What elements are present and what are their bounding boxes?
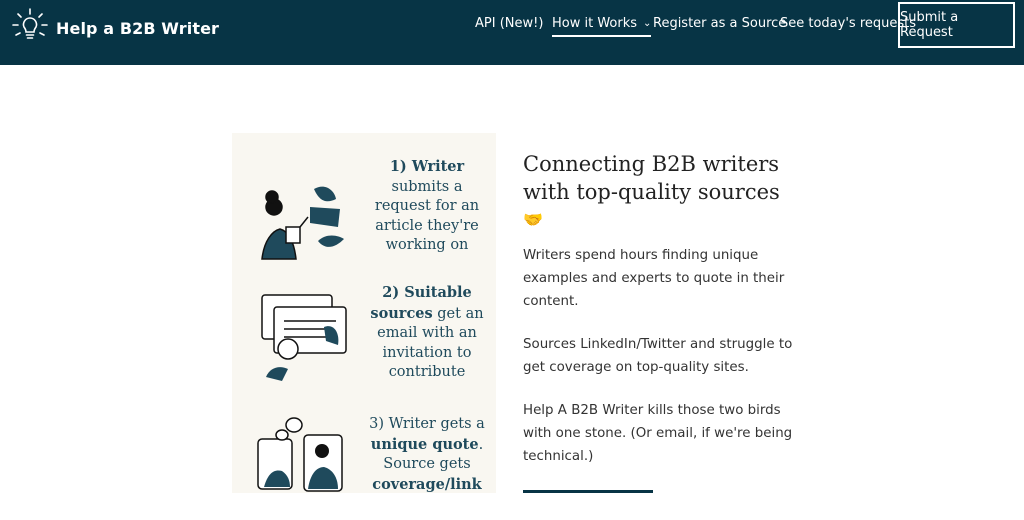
quote-exchange-illustration-icon	[252, 415, 352, 515]
nav-how-it-works-label: How it Works	[552, 16, 638, 31]
intro-content: Connecting B2B writers with top-quality …	[523, 150, 793, 468]
intro-paragraph-2: Sources LinkedIn/Twitter and struggle to…	[523, 337, 793, 375]
chevron-down-icon: ⌄	[643, 18, 652, 29]
email-invitation-illustration-icon	[252, 287, 352, 387]
step-3-lead: Writer gets a	[388, 416, 485, 432]
nav-how-it-works[interactable]: How it Works ⌄	[552, 16, 652, 37]
how-it-works-illustration: 1) Writer submits a request for an artic…	[232, 133, 496, 493]
nav-register-source[interactable]: Register as a Source	[653, 16, 786, 31]
submit-request-button[interactable]: Submit a Request	[898, 2, 1015, 48]
step-2-number: 2)	[382, 284, 400, 301]
step-1-bold: Writer	[411, 158, 465, 175]
handshake-emoji-icon: 🤝	[523, 212, 543, 229]
nav-todays-requests[interactable]: See today's requests	[780, 16, 916, 31]
step-3-caption: 3) Writer gets a unique quote. Source ge…	[365, 415, 489, 495]
intro-paragraph-1: Writers spend hours finding unique examp…	[523, 248, 785, 309]
top-navigation-bar: Help a B2B Writer API (New!) How it Work…	[0, 0, 1024, 65]
step-1-text: submits a request for an article they're…	[374, 178, 480, 254]
step-3-bold: unique quote	[370, 435, 479, 453]
step-2-caption: 2) Suitable sources get an email with an…	[365, 283, 489, 383]
writer-illustration-icon	[252, 169, 352, 269]
nav-api[interactable]: API (New!)	[475, 16, 543, 31]
step-3-bold-2: coverage/link	[372, 475, 482, 493]
page-headline: Connecting B2B writers with top-quality …	[523, 152, 780, 204]
step-1-number: 1)	[389, 158, 407, 175]
step-1-caption: 1) Writer submits a request for an artic…	[365, 157, 489, 256]
main-nav: API (New!) How it Works ⌄ Register as a S…	[0, 0, 1024, 65]
step-3-number: 3)	[369, 416, 385, 432]
intro-paragraph-3: Help A B2B Writer kills those two birds …	[523, 403, 793, 464]
